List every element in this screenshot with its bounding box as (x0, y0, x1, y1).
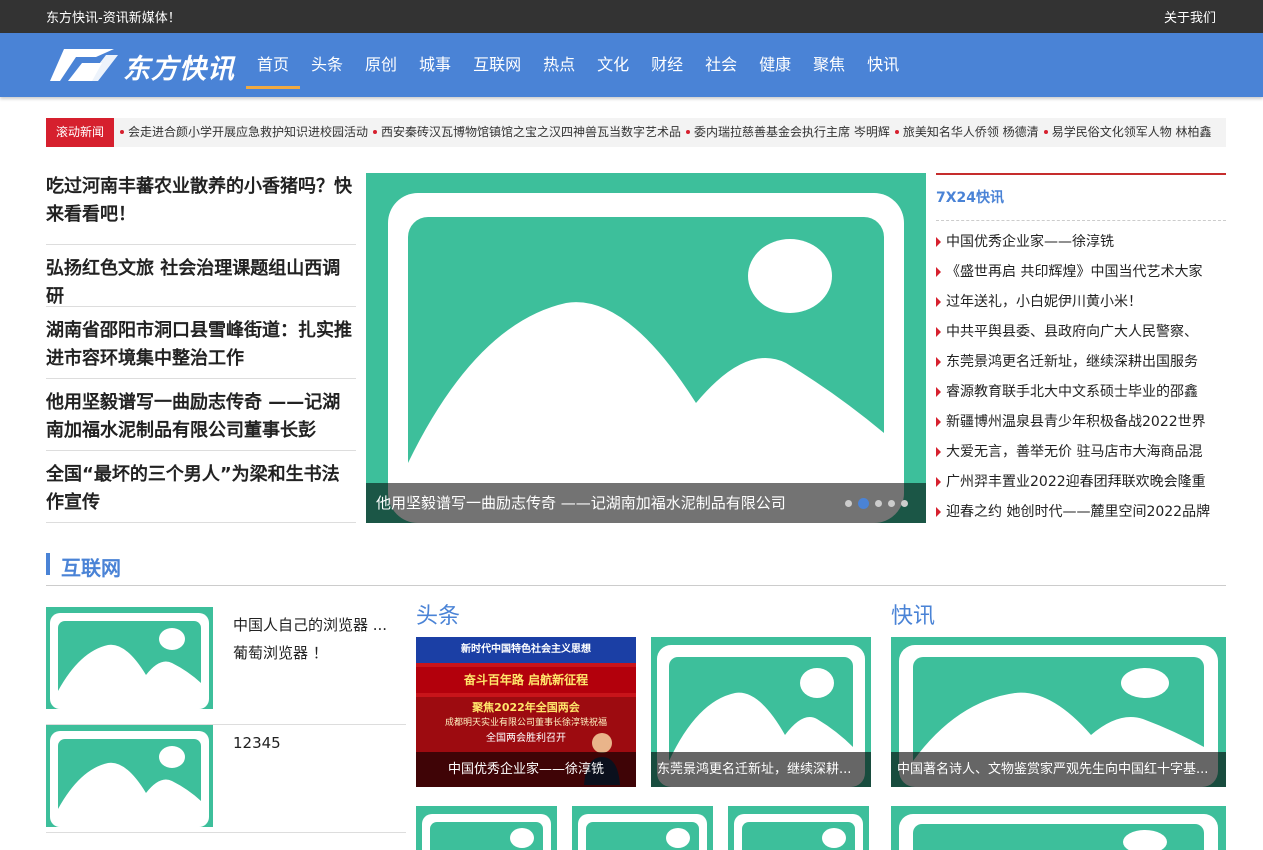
flash-item[interactable]: 东莞景鸿更名迁新址，继续深耕出国服务 (936, 347, 1226, 377)
headline-item[interactable]: 全国“最坏的三个男人”为梁和生书法 作宣传 (46, 451, 356, 523)
image-placeholder-icon (734, 814, 863, 850)
nav-item-focus[interactable]: 聚焦 (802, 33, 856, 97)
nav-item-toutiao[interactable]: 头条 (300, 33, 354, 97)
banner-line: 成都明天实业有限公司董事长徐淳铣祝福 (444, 718, 607, 728)
flash-item[interactable]: 中共平舆县委、县政府向广大人民警察、 (936, 317, 1226, 347)
headline-text: 弘扬红色文旅 社会治理课题组山西调 (46, 258, 341, 279)
about-us-link[interactable]: 关于我们 (1164, 7, 1216, 26)
banner-line: 聚焦2022年全国两会 (472, 701, 580, 714)
list-item[interactable]: 12345 (46, 725, 406, 833)
toutiao-banner-card[interactable]: 新时代中国特色社会主义思想 奋斗百年路 启航新征程 聚焦2022年全国两会 成都… (416, 637, 636, 787)
list-item[interactable]: 中国人自己的浏览器 ... 葡萄浏览器 ！ (46, 607, 406, 725)
nav-item-city[interactable]: 城事 (408, 33, 462, 97)
image-placeholder-icon (50, 731, 209, 827)
carousel-dot[interactable] (888, 500, 895, 507)
headline-text: 作宣传 (46, 492, 100, 513)
ticker-item[interactable]: 易学民俗文化领军人物 林柏鑫 (1043, 118, 1212, 147)
kuaixun-card[interactable]: 中国著名诗人、文物鉴赏家严观先生向中国红十字基... (891, 637, 1226, 787)
headline-text: 南加福水泥制品有限公司董事长彭 (46, 420, 316, 441)
headline-text: 他用坚毅谱写一曲励志传奇 ——记湖 (46, 392, 341, 413)
section-title[interactable]: 互联网 (61, 552, 121, 581)
toutiao-card[interactable]: 东莞景鸿更名迁新址，继续深耕... (651, 637, 871, 787)
ticker-item[interactable]: 西安秦砖汉瓦博物馆镇馆之宝之汉四神兽瓦当数字艺术品 (373, 118, 681, 147)
nav-menu: 首页 头条 原创 城事 互联网 热点 文化 财经 社会 健康 聚焦 快讯 (246, 33, 910, 97)
thumbnail-card[interactable] (572, 806, 713, 850)
headline-item[interactable]: 吃过河南丰蕃农业散养的小香猪吗？快 来看看吧！ (46, 173, 356, 245)
image-placeholder-icon (388, 193, 904, 523)
carousel-dot[interactable] (875, 500, 882, 507)
flash-title: 7X24快讯 (936, 175, 1226, 221)
top-bar: 东方快讯-资讯新媒体！ 关于我们 (0, 0, 1263, 33)
ticker-tag: 滚动新闻 (46, 118, 114, 147)
nav-item-health[interactable]: 健康 (748, 33, 802, 97)
card-caption: 中国优秀企业家——徐淳铣 (416, 752, 636, 787)
flash-item[interactable]: 大爱无言，善举无价 驻马店市大海商品混 (936, 437, 1226, 467)
flash-list: 中国优秀企业家——徐淳铣 《盛世再启 共印辉煌》中国当代艺术大家 过年送礼，小白… (936, 221, 1226, 527)
list-thumbnail (46, 607, 213, 709)
headline-item[interactable]: 弘扬红色文旅 社会治理课题组山西调 研 (46, 245, 356, 307)
flash-item[interactable]: 迎春之约 她创时代——麓里空间2022品牌 (936, 497, 1226, 527)
news-ticker: 滚动新闻 会走进合颜小学开展应急救护知识进校园活动 西安秦砖汉瓦博物馆镇馆之宝之… (46, 118, 1226, 147)
list-item-title: 中国人自己的浏览器 ... 葡萄浏览器 ！ (233, 611, 403, 667)
card-caption: 东莞景鸿更名迁新址，继续深耕... (651, 752, 871, 787)
image-placeholder-icon (899, 814, 1218, 850)
list-item-text: 葡萄浏览器 ！ (233, 644, 328, 662)
headline-list: 吃过河南丰蕃农业散养的小香猪吗？快 来看看吧！ 弘扬红色文旅 社会治理课题组山西… (46, 173, 356, 523)
flash-item[interactable]: 广州羿丰置业2022迎春团拜联欢晚会隆重 (936, 467, 1226, 497)
flash-item[interactable]: 中国优秀企业家——徐淳铣 (936, 227, 1226, 257)
carousel-dot-active[interactable] (858, 498, 869, 509)
section-accent-bar (46, 553, 50, 575)
headline-text: 来看看吧！ (46, 204, 136, 225)
banner-line: 新时代中国特色社会主义思想 (416, 637, 636, 663)
list-item-text: 12345 (233, 734, 281, 752)
flash-item[interactable]: 《盛世再启 共印辉煌》中国当代艺术大家 (936, 257, 1226, 287)
image-placeholder-icon (578, 814, 707, 850)
ticker-item[interactable]: 旅美知名华人侨领 杨德清 (894, 118, 1039, 147)
site-logo[interactable]: 东方快讯 (46, 45, 246, 85)
nav-item-finance[interactable]: 财经 (640, 33, 694, 97)
carousel-dots (839, 498, 908, 509)
nav-item-hot[interactable]: 热点 (532, 33, 586, 97)
featured-carousel[interactable]: 他用坚毅谱写一曲励志传奇 ——记湖南加福水泥制品有限公司 (366, 173, 926, 523)
list-item-title: 12345 (233, 729, 403, 757)
headline-text: 湖南省邵阳市洞口县雪峰街道：扎实推 (46, 320, 352, 341)
nav-item-society[interactable]: 社会 (694, 33, 748, 97)
list-item-text: 中国人自己的浏览器 ... (233, 616, 388, 634)
flash-news-panel: 7X24快讯 中国优秀企业家——徐淳铣 《盛世再启 共印辉煌》中国当代艺术大家 … (936, 173, 1226, 527)
thumbnail-card[interactable] (891, 806, 1226, 850)
list-thumbnail (46, 725, 213, 827)
nav-item-internet[interactable]: 互联网 (462, 33, 532, 97)
image-placeholder-icon (50, 613, 209, 709)
headline-item[interactable]: 湖南省邵阳市洞口县雪峰街道：扎实推 进市容环境集中整治工作 (46, 307, 356, 379)
card-caption: 中国著名诗人、文物鉴赏家严观先生向中国红十字基... (891, 752, 1226, 787)
ticker-item[interactable]: 会走进合颜小学开展应急救护知识进校园活动 (120, 118, 368, 147)
main-nav: 东方快讯 首页 头条 原创 城事 互联网 热点 文化 财经 社会 健康 聚焦 快… (0, 33, 1263, 97)
nav-item-home[interactable]: 首页 (246, 33, 301, 97)
site-slogan: 东方快讯-资讯新媒体！ (46, 11, 181, 26)
nav-item-original[interactable]: 原创 (354, 33, 408, 97)
carousel-dot[interactable] (845, 500, 852, 507)
nav-item-express[interactable]: 快讯 (856, 33, 910, 97)
headline-text: 全国“最坏的三个男人”为梁和生书法 (46, 464, 340, 485)
headline-item[interactable]: 他用坚毅谱写一曲励志传奇 ——记湖 南加福水泥制品有限公司董事长彭 (46, 379, 356, 451)
flash-item[interactable]: 睿源教育联手北大中文系硕士毕业的邵鑫 (936, 377, 1226, 407)
subsection-title-kuaixun[interactable]: 快讯 (891, 598, 935, 630)
headline-text: 研 (46, 286, 64, 307)
image-placeholder-icon (422, 814, 551, 850)
thumbnail-card[interactable] (728, 806, 869, 850)
flash-item[interactable]: 过年送礼，小白妮伊川黄小米！ (936, 287, 1226, 317)
ticker-items: 会走进合颜小学开展应急救护知识进校园活动 西安秦砖汉瓦博物馆镇馆之宝之汉四神兽瓦… (120, 118, 1217, 147)
logo-mark-icon (50, 49, 118, 81)
ticker-item[interactable]: 委内瑞拉慈善基金会执行主席 岑明辉 (686, 118, 890, 147)
headline-text: 进市容环境集中整治工作 (46, 348, 244, 369)
headline-text: 吃过河南丰蕃农业散养的小香猪吗？快 (46, 176, 352, 197)
flash-item[interactable]: 新疆博州温泉县青少年积极备战2022世界 (936, 407, 1226, 437)
banner-line: 奋斗百年路 启航新征程 (416, 667, 636, 693)
thumbnail-card[interactable] (416, 806, 557, 850)
subsection-title-toutiao[interactable]: 头条 (416, 598, 460, 630)
nav-item-culture[interactable]: 文化 (586, 33, 640, 97)
logo-text: 东方快讯 (123, 54, 235, 85)
carousel-dot[interactable] (901, 500, 908, 507)
section-header-internet: 互联网 (46, 552, 1226, 586)
